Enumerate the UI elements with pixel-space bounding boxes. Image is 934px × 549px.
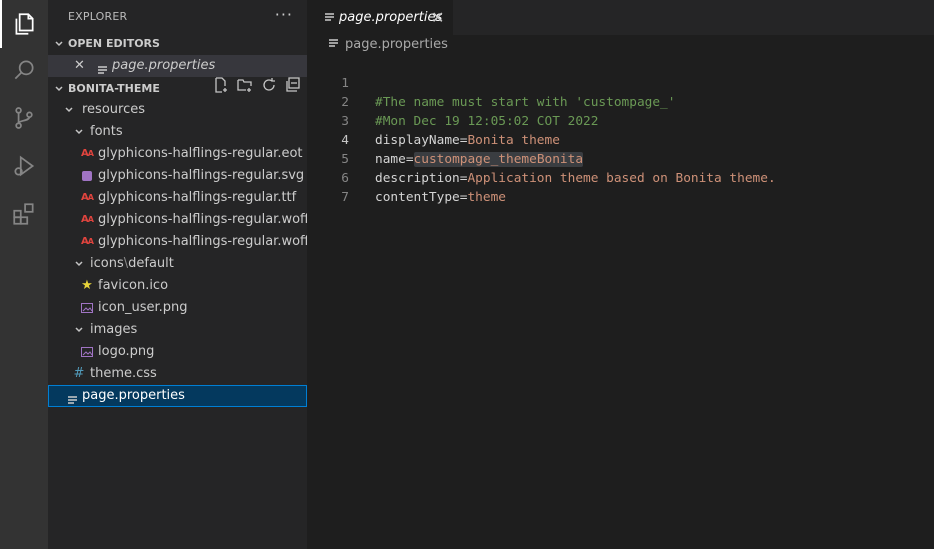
chevron-down-icon <box>52 78 66 100</box>
chevron-down-icon <box>72 319 86 341</box>
file-label: logo.png <box>98 344 155 359</box>
code-line: 7 <box>307 169 934 205</box>
extensions-icon[interactable] <box>0 190 48 238</box>
properties-file-icon <box>329 35 339 55</box>
file-label: glyphicons-halflings-regular.woff2 <box>98 234 318 249</box>
activity-bar <box>0 0 48 549</box>
code-editor[interactable]: 1 #The name must start with 'custompage_… <box>307 55 934 549</box>
code-line: 3 displayName=Bonita theme <box>307 93 934 148</box>
file-item[interactable]: ★ favicon.ico <box>48 275 307 297</box>
font-file-icon: AA <box>81 236 94 247</box>
file-item[interactable]: AA glyphicons-halflings-regular.woff <box>48 209 309 231</box>
open-editor-label: page.properties <box>112 58 216 73</box>
open-editor-item[interactable]: ✕ page.properties <box>48 55 307 77</box>
open-editors-header[interactable]: OPEN EDITORS <box>48 33 307 55</box>
font-file-icon: AA <box>81 192 94 203</box>
source-control-icon[interactable] <box>0 94 48 142</box>
code-line: 2 #Mon Dec 19 12:05:02 COT 2022 <box>307 74 934 129</box>
font-file-icon: AA <box>81 148 94 159</box>
chevron-down-icon <box>72 253 86 275</box>
font-file-icon: AA <box>81 214 94 225</box>
file-label: glyphicons-halflings-regular.svg <box>98 168 305 183</box>
open-editors-label: OPEN EDITORS <box>68 37 160 50</box>
code-content: contentType=theme <box>375 190 506 205</box>
file-item-selected[interactable]: page.properties <box>48 385 307 407</box>
folder-label: fonts <box>90 124 123 139</box>
explorer-actions <box>213 77 301 101</box>
file-label: icon_user.png <box>98 300 188 315</box>
breadcrumb-item[interactable]: page.properties <box>345 35 448 55</box>
code-line: 6 contentType=theme <box>307 150 934 205</box>
file-item[interactable]: AA glyphicons-halflings-regular.eot <box>48 143 307 165</box>
file-item[interactable]: AA glyphicons-halflings-regular.ttf <box>48 187 307 209</box>
chevron-down-icon <box>72 121 86 143</box>
explorer-sidebar: EXPLORER ··· OPEN EDITORS ✕ page.propert… <box>48 0 317 549</box>
project-label: BONITA-THEME <box>68 82 160 95</box>
folder-images[interactable]: images <box>48 319 307 341</box>
chevron-down-icon <box>52 33 66 55</box>
file-label: page.properties <box>82 388 185 403</box>
project-header[interactable]: BONITA-THEME <box>48 77 307 101</box>
file-item[interactable]: glyphicons-halflings-regular.svg <box>48 165 307 187</box>
folder-icons-default[interactable]: icons\default <box>48 253 307 275</box>
file-label: glyphicons-halflings-regular.eot <box>98 146 303 161</box>
sidebar-title: EXPLORER <box>68 10 128 23</box>
chevron-down-icon <box>62 99 76 121</box>
file-item[interactable]: AA glyphicons-halflings-regular.woff2 <box>48 231 317 253</box>
explorer-icon[interactable] <box>0 0 48 48</box>
properties-file-icon <box>96 59 110 74</box>
code-line: 1 #The name must start with 'custompage_… <box>307 55 934 110</box>
file-item[interactable]: # theme.css <box>48 363 307 385</box>
file-item[interactable]: icon_user.png <box>48 297 307 319</box>
image-file-icon <box>80 345 94 359</box>
close-icon[interactable]: ✕ <box>74 55 85 77</box>
image-file-icon <box>80 301 94 315</box>
refresh-icon[interactable] <box>261 77 277 101</box>
new-folder-icon[interactable] <box>237 77 253 101</box>
run-debug-icon[interactable] <box>0 142 48 190</box>
collapse-all-icon[interactable] <box>285 77 301 101</box>
folder-label: resources <box>82 102 146 117</box>
new-file-icon[interactable] <box>213 77 229 101</box>
css-file-icon: # <box>73 366 85 381</box>
tab-label: page.properties <box>339 10 443 25</box>
close-icon[interactable]: ✕ <box>431 8 444 27</box>
properties-file-icon <box>66 389 80 404</box>
file-label: theme.css <box>90 366 157 381</box>
folder-resources[interactable]: resources <box>48 99 307 121</box>
folder-label: icons\default <box>90 256 174 271</box>
file-label: favicon.ico <box>98 278 169 293</box>
star-icon: ★ <box>81 278 93 293</box>
code-line-current: 4 name=custompage_themeBonita <box>307 112 934 167</box>
tab-page-properties[interactable]: page.properties ✕ <box>307 0 453 35</box>
properties-file-icon <box>325 11 335 26</box>
file-label: glyphicons-halflings-regular.ttf <box>98 190 297 205</box>
code-line: 5 description=Application theme based on… <box>307 131 934 186</box>
svg-file-icon <box>80 169 94 183</box>
line-number: 7 <box>341 190 349 205</box>
search-icon[interactable] <box>0 46 48 94</box>
tab-bar: page.properties ✕ <box>307 0 934 35</box>
folder-fonts[interactable]: fonts <box>48 121 307 143</box>
more-actions-icon[interactable]: ··· <box>275 5 293 24</box>
file-item[interactable]: logo.png <box>48 341 307 363</box>
file-label: glyphicons-halflings-regular.woff <box>98 212 309 227</box>
folder-label: images <box>90 322 138 337</box>
